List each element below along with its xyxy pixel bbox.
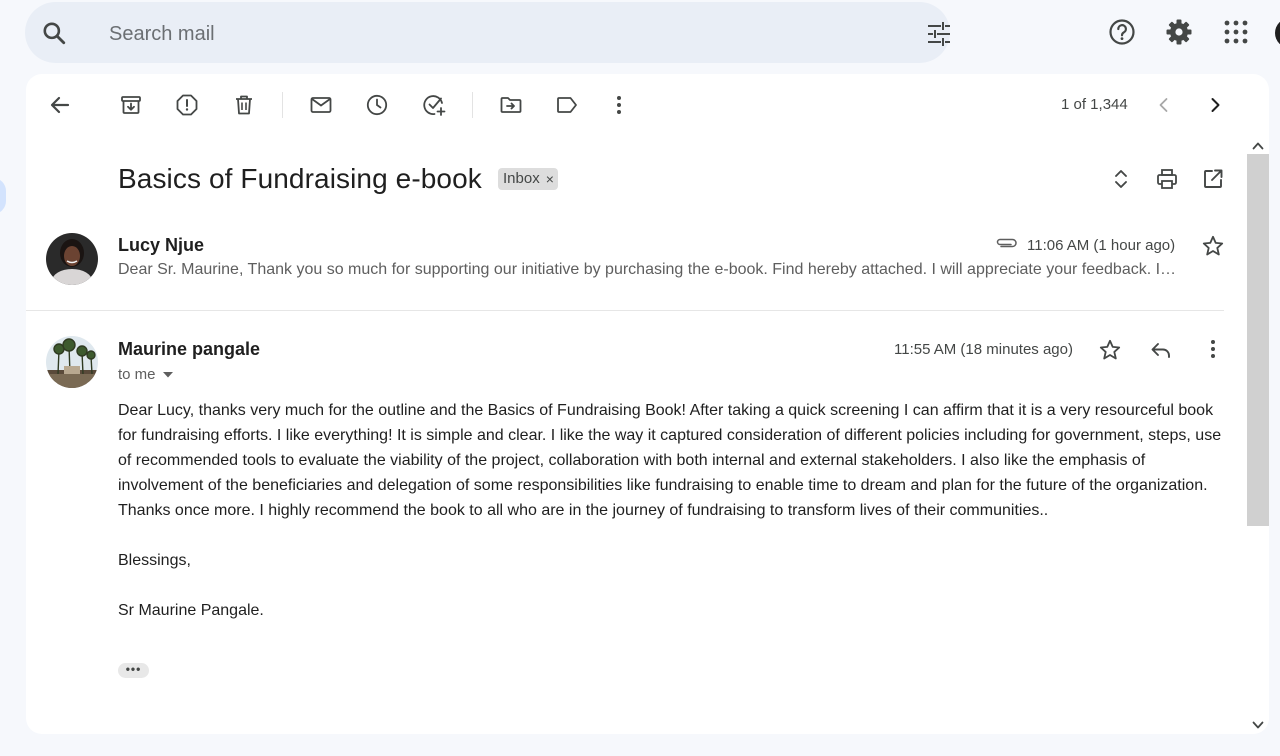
star-icon[interactable]	[1098, 338, 1122, 362]
sender-name[interactable]: Maurine pangale	[118, 339, 260, 360]
sender-photo	[46, 336, 98, 388]
recipient-label: to me	[118, 366, 156, 383]
toolbar-divider	[282, 92, 283, 118]
open-in-new-window-icon[interactable]	[1201, 167, 1225, 191]
body-paragraph: Thanks once more. I highly recommend the…	[118, 502, 1049, 519]
label-icon[interactable]	[555, 93, 579, 117]
message-time: 11:06 AM (1 hour ago)	[1027, 237, 1176, 254]
search-icon[interactable]	[41, 20, 67, 46]
remove-label-icon[interactable]: ×	[546, 168, 554, 190]
archive-icon[interactable]	[119, 93, 143, 117]
search-bar	[25, 2, 950, 63]
toolbar-divider	[472, 92, 473, 118]
attachment-icon	[996, 238, 1017, 248]
message-body: Dear Lucy, thanks very much for the outl…	[118, 398, 1230, 623]
delete-icon[interactable]	[232, 93, 256, 117]
mark-unread-icon[interactable]	[309, 93, 333, 117]
email-view: 1 of 1,344 Basics of Fundraising e-book …	[26, 74, 1269, 734]
more-vert-icon[interactable]	[607, 93, 631, 117]
avatar[interactable]	[46, 336, 98, 388]
message-time: 11:55 AM (18 minutes ago)	[894, 341, 1073, 358]
help-icon[interactable]	[1108, 18, 1136, 46]
body-closing: Blessings,	[118, 552, 191, 569]
reply-icon[interactable]	[1149, 338, 1173, 362]
sender-photo	[46, 233, 98, 285]
star-icon[interactable]	[1201, 234, 1225, 258]
add-task-icon[interactable]	[422, 93, 446, 117]
scroll-up-icon[interactable]	[1252, 141, 1264, 151]
back-arrow-icon[interactable]	[48, 93, 72, 117]
show-trimmed-content-button[interactable]: •••	[118, 663, 149, 678]
body-signature: Sr Maurine Pangale.	[118, 602, 264, 619]
apps-grid-icon[interactable]	[1222, 18, 1250, 46]
sidebar-edge	[0, 178, 6, 214]
sender-name[interactable]: Lucy Njue	[118, 235, 204, 256]
recipient-details-toggle[interactable]: to me	[118, 366, 174, 383]
print-icon[interactable]	[1155, 167, 1179, 191]
account-avatar[interactable]	[1275, 18, 1280, 48]
caret-down-icon	[162, 371, 173, 377]
pagination-count: 1 of 1,344	[1061, 96, 1128, 113]
email-subject: Basics of Fundraising e-book	[118, 163, 482, 194]
label-chip-text: Inbox	[503, 170, 540, 187]
message-divider	[26, 310, 1224, 311]
scroll-down-icon[interactable]	[1252, 720, 1264, 730]
snooze-clock-icon[interactable]	[365, 93, 389, 117]
older-chevron-icon[interactable]	[1203, 93, 1227, 117]
label-chip-inbox[interactable]: Inbox ×	[498, 168, 558, 190]
move-to-folder-icon[interactable]	[499, 93, 523, 117]
gear-icon[interactable]	[1165, 18, 1193, 46]
body-paragraph: Dear Lucy, thanks very much for the outl…	[118, 402, 1222, 494]
message-snippet[interactable]: Dear Sr. Maurine, Thank you so much for …	[118, 261, 1224, 279]
more-vert-icon[interactable]	[1201, 337, 1225, 361]
tune-icon[interactable]	[925, 21, 953, 47]
scrollbar-thumb[interactable]	[1247, 154, 1269, 526]
newer-chevron-icon[interactable]	[1152, 93, 1176, 117]
report-spam-icon[interactable]	[175, 93, 199, 117]
avatar[interactable]	[46, 233, 98, 285]
expand-all-icon[interactable]	[1109, 167, 1133, 191]
search-input[interactable]	[107, 18, 871, 50]
